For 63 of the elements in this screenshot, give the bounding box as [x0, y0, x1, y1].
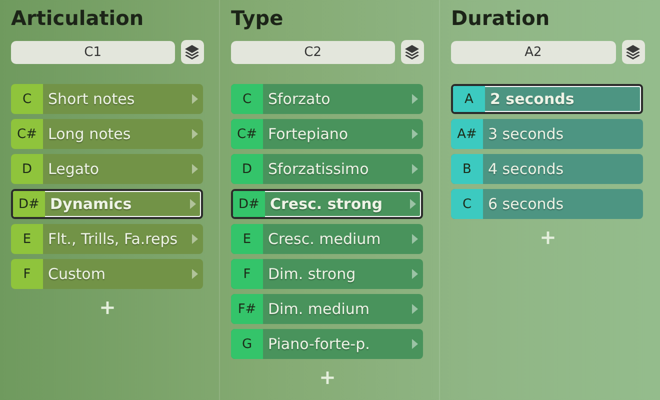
list-item[interactable]: F Custom — [11, 259, 203, 289]
item-label: Long notes — [47, 125, 132, 143]
list-item[interactable]: A 2 seconds — [451, 84, 643, 114]
list-item[interactable]: C 6 seconds — [451, 189, 643, 219]
column-title: Duration — [451, 6, 551, 32]
list-item[interactable]: G Piano-forte-p. — [231, 329, 423, 359]
list-item[interactable]: C# Long notes — [11, 119, 203, 149]
list-item[interactable]: F# Dim. medium — [231, 294, 423, 324]
key-label: A# — [451, 119, 483, 149]
list-item[interactable]: A# 3 seconds — [451, 119, 643, 149]
list-item[interactable]: C# Fortepiano — [231, 119, 423, 149]
preset-field[interactable]: C2 — [231, 40, 395, 64]
item-label: Legato — [47, 160, 100, 178]
item-label: Sforzatissimo — [267, 160, 370, 178]
key-label: E — [11, 224, 43, 254]
key-label: D# — [13, 191, 45, 217]
key-label: D — [11, 154, 43, 184]
item-label: Cresc. strong — [269, 195, 384, 213]
layers-icon[interactable] — [180, 40, 204, 64]
column-title: Type — [231, 6, 284, 32]
key-label: C — [231, 84, 263, 114]
preset-field[interactable]: A2 — [451, 40, 616, 64]
item-label: Sforzato — [267, 90, 332, 108]
item-label: Dynamics — [49, 195, 133, 213]
item-label: Dim. strong — [267, 265, 357, 283]
item-label: Fortepiano — [267, 125, 350, 143]
item-label: Custom — [47, 265, 106, 283]
layers-icon[interactable] — [622, 40, 645, 64]
key-label: E — [231, 224, 263, 254]
key-label: C# — [231, 119, 263, 149]
list-item[interactable]: D Sforzatissimo — [231, 154, 423, 184]
key-label: B — [451, 154, 483, 184]
list-item[interactable]: D# Cresc. strong — [231, 189, 423, 219]
list-item[interactable]: F Dim. strong — [231, 259, 423, 289]
item-label: 4 seconds — [487, 160, 565, 178]
item-label: Flt., Trills, Fa.reps — [47, 230, 179, 248]
item-label: Short notes — [47, 90, 136, 108]
list-item[interactable]: E Flt., Trills, Fa.reps — [11, 224, 203, 254]
key-label: G — [231, 329, 263, 359]
key-label: C# — [11, 119, 43, 149]
key-label: C — [451, 189, 483, 219]
key-label: D — [231, 154, 263, 184]
item-label: Piano-forte-p. — [267, 335, 371, 353]
key-label: C — [11, 84, 43, 114]
item-label: 2 seconds — [489, 90, 576, 108]
item-label: Cresc. medium — [267, 230, 382, 248]
key-label: D# — [233, 191, 265, 217]
key-label: F# — [231, 294, 263, 324]
item-label: 6 seconds — [487, 195, 565, 213]
item-label: Dim. medium — [267, 300, 371, 318]
list-item[interactable]: D Legato — [11, 154, 203, 184]
layers-icon[interactable] — [400, 40, 424, 64]
preset-field[interactable]: C1 — [11, 40, 175, 64]
list-item[interactable]: E Cresc. medium — [231, 224, 423, 254]
key-label: F — [11, 259, 43, 289]
key-label: A — [453, 86, 485, 112]
list-item[interactable]: D# Dynamics — [11, 189, 203, 219]
key-label: F — [231, 259, 263, 289]
list-item[interactable]: C Sforzato — [231, 84, 423, 114]
list-item[interactable]: B 4 seconds — [451, 154, 643, 184]
column-title: Articulation — [11, 6, 145, 32]
item-label: 3 seconds — [487, 125, 565, 143]
list-item[interactable]: C Short notes — [11, 84, 203, 114]
